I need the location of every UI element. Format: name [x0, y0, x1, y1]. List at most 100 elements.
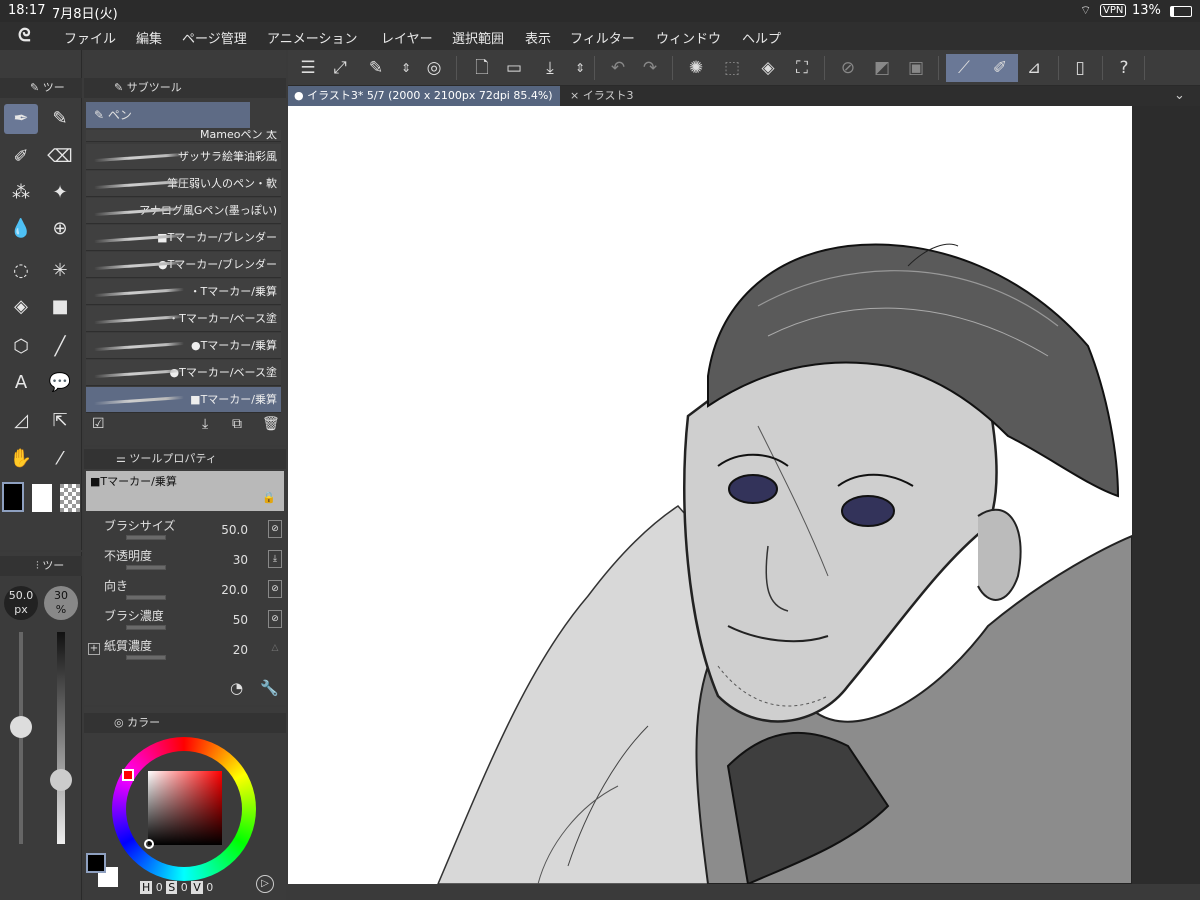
menu-page[interactable]: ページ管理: [182, 28, 247, 47]
opacity-row[interactable]: 不透明度 30 ⤓: [98, 545, 282, 575]
airbrush-tool-icon[interactable]: ⁂: [4, 178, 38, 208]
main-color-chip[interactable]: [86, 853, 106, 873]
decoration-tool-icon[interactable]: ✦: [43, 178, 77, 208]
subtool-item[interactable]: ザッサラ絵筆油彩風: [86, 144, 281, 170]
saturation-value-square[interactable]: [148, 771, 222, 845]
fit-view-icon[interactable]: ⤢: [326, 54, 354, 82]
opacity-slider-thumb[interactable]: [50, 769, 72, 792]
subtool-settings-icon[interactable]: ☑: [92, 416, 105, 432]
property-tab[interactable]: ツールプロパティ: [129, 452, 216, 465]
hand-tool-icon[interactable]: ✋: [4, 444, 38, 474]
new-document-icon[interactable]: 🗋: [468, 54, 496, 82]
property-value[interactable]: 20.0: [221, 583, 248, 597]
subtool-item[interactable]: ●Tマーカー/ブレンダー: [86, 252, 281, 278]
property-value[interactable]: 20: [233, 643, 248, 657]
hamburger-menu-icon[interactable]: ☰: [294, 54, 322, 82]
property-value[interactable]: 50.0: [221, 523, 248, 537]
direction-row[interactable]: 向き 20.0 ⊘: [98, 575, 282, 605]
opacity-slider-track[interactable]: [57, 632, 65, 844]
menu-layer[interactable]: レイヤー: [381, 28, 433, 47]
color-picker-marker[interactable]: [144, 839, 154, 849]
tab-active-document[interactable]: ● イラスト3* 5/7 (2000 x 2100px 72dpi 85.4%): [288, 86, 560, 106]
grid-tool-icon[interactable]: ⊕: [43, 214, 77, 244]
lock-icon[interactable]: 🔒: [262, 491, 276, 504]
updown-chevrons-icon[interactable]: ⇕: [392, 54, 420, 82]
property-value[interactable]: 50: [233, 613, 248, 627]
paper-texture-row[interactable]: 紙質濃度 20 △: [98, 635, 278, 665]
loading-icon[interactable]: ✺: [682, 54, 710, 82]
record-icon[interactable]: ◎: [420, 54, 448, 82]
pressure-icon[interactable]: ⊘: [268, 520, 282, 538]
object-tool-icon[interactable]: ⬡: [4, 332, 38, 362]
menu-view[interactable]: 表示: [525, 28, 551, 47]
slider-palette-tab[interactable]: ツー: [42, 559, 64, 572]
canvas-paper[interactable]: [288, 106, 1133, 886]
lasso-tool-icon[interactable]: ◌: [4, 256, 38, 286]
brush-size-row[interactable]: ブラシサイズ 50.0 ⊘: [98, 515, 282, 545]
app-logo-icon[interactable]: ᘓ: [18, 25, 31, 46]
subtool-tab[interactable]: サブツール: [127, 81, 182, 94]
property-value[interactable]: 30: [233, 553, 248, 567]
wrench-icon[interactable]: 🔧: [260, 679, 279, 697]
transparent-color-swatch[interactable]: [60, 484, 80, 512]
correct-line-tool-icon[interactable]: ⇱: [43, 406, 77, 436]
pressure-icon[interactable]: ⊘: [268, 610, 282, 628]
undo-icon[interactable]: ↶: [604, 54, 632, 82]
eraser-tool-icon[interactable]: ⌫: [43, 142, 77, 172]
tab-other-document[interactable]: × イラスト3: [564, 86, 664, 106]
updown-chevrons-icon[interactable]: ⇕: [566, 54, 594, 82]
clear-selection-icon[interactable]: ⊘: [834, 54, 862, 82]
blend-tool-icon[interactable]: 💧: [4, 214, 38, 244]
menu-filter[interactable]: フィルター: [570, 28, 635, 47]
eyedropper-tool-icon[interactable]: ⁄: [43, 444, 77, 474]
fill-tool-icon[interactable]: ◈: [4, 292, 38, 322]
fill-icon[interactable]: ◈: [754, 54, 782, 82]
brush-snap-icon[interactable]: ✐: [982, 54, 1018, 82]
brush-density-row[interactable]: ブラシ濃度 50 ⊘: [98, 605, 282, 635]
hue-marker[interactable]: [122, 769, 134, 781]
line-snap-icon[interactable]: ⊿: [1020, 54, 1048, 82]
menu-file[interactable]: ファイル: [64, 28, 116, 47]
invert-selection-icon[interactable]: ◩: [868, 54, 896, 82]
subtool-item[interactable]: 筆圧弱い人のペン・軟: [86, 171, 281, 197]
frame-tool-icon[interactable]: ◿: [4, 406, 38, 436]
line-tool-icon[interactable]: ╱: [43, 332, 77, 362]
magic-wand-tool-icon[interactable]: ✳: [43, 256, 77, 286]
tool-palette-tab[interactable]: ツー: [43, 81, 65, 94]
subtool-item[interactable]: ・Tマーカー/乗算: [86, 279, 281, 305]
chevron-down-icon[interactable]: ⌄: [1168, 86, 1185, 106]
play-icon[interactable]: ▷: [256, 875, 274, 893]
smartphone-icon[interactable]: ▯: [1066, 54, 1094, 82]
menu-selection[interactable]: 選択範囲: [452, 28, 504, 47]
menu-edit[interactable]: 編集: [136, 28, 162, 47]
ruler-snap-icon[interactable]: ⟋: [946, 54, 982, 82]
open-folder-icon[interactable]: ▭: [500, 54, 528, 82]
subtool-item-selected[interactable]: ■Tマーカー/乗算: [86, 387, 281, 413]
menu-help[interactable]: ヘルプ: [742, 28, 781, 47]
save-icon[interactable]: ⤓: [536, 54, 564, 82]
subtool-item[interactable]: ●Tマーカー/乗算: [86, 333, 281, 359]
redo-icon[interactable]: ↷: [636, 54, 664, 82]
subtool-item[interactable]: ●Tマーカー/ベース塗: [86, 360, 281, 386]
subtool-item[interactable]: ・Tマーカー/ベース塗: [86, 306, 281, 332]
timer-icon[interactable]: ◔: [230, 679, 243, 697]
delete-subtool-icon[interactable]: 🗑: [262, 416, 280, 432]
selection-border-icon[interactable]: ▣: [902, 54, 930, 82]
duplicate-subtool-icon[interactable]: ⧉: [232, 416, 242, 432]
subtool-item[interactable]: ■Tマーカー/ブレンダー: [86, 225, 281, 251]
brush-size-slider-thumb[interactable]: [10, 716, 32, 739]
text-tool-icon[interactable]: A: [4, 368, 38, 398]
menu-window[interactable]: ウィンドウ: [656, 28, 721, 47]
expand-plus-icon[interactable]: +: [88, 643, 100, 655]
download-icon[interactable]: ⤓: [268, 550, 282, 568]
brush-tool-icon[interactable]: ✐: [4, 142, 38, 172]
color-tab[interactable]: カラー: [127, 716, 160, 729]
pen-tool-icon[interactable]: ✒: [4, 104, 38, 134]
import-subtool-icon[interactable]: ⤓: [202, 416, 208, 432]
gradient-tool-icon[interactable]: ■: [43, 292, 77, 322]
balloon-tool-icon[interactable]: 💬: [43, 368, 77, 398]
menu-animation[interactable]: アニメーション: [267, 28, 357, 47]
subtool-group[interactable]: ✎ ペン: [86, 102, 250, 128]
sub-color-swatch[interactable]: [32, 484, 52, 512]
subtool-item[interactable]: アナログ風Gペン(墨っぽい): [86, 198, 281, 224]
